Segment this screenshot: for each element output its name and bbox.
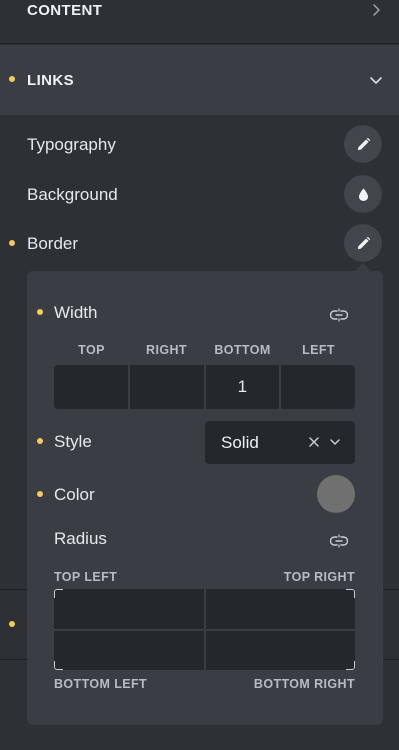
chevron-right-icon <box>369 3 383 17</box>
radius-bottom-left-input[interactable] <box>54 630 204 670</box>
width-left-input[interactable] <box>281 365 355 409</box>
pencil-icon <box>356 137 371 152</box>
modified-indicator-dot <box>37 309 43 315</box>
section-title: LINKS <box>27 72 74 89</box>
width-bottom-input[interactable]: 1 <box>205 365 280 409</box>
corner-bottom-left-icon <box>54 661 63 670</box>
modified-indicator-dot <box>37 438 43 444</box>
radius-bottom-right-input[interactable] <box>205 630 355 670</box>
modified-indicator-dot <box>37 491 43 497</box>
background-edit-button[interactable] <box>344 175 382 213</box>
unlink-icon[interactable] <box>330 308 348 322</box>
border-edit-button[interactable] <box>344 224 382 262</box>
width-right-label: RIGHT <box>146 343 187 357</box>
border-popover: Width TOP RIGHT BOTTOM LEFT 1 Style Soli… <box>27 271 383 725</box>
width-inputs: 1 <box>54 365 355 409</box>
style-select[interactable]: Solid <box>205 421 355 464</box>
unlink-icon[interactable] <box>330 534 348 548</box>
section-title: CONTENT <box>27 2 103 19</box>
modified-indicator-dot <box>9 76 15 82</box>
typography-edit-button[interactable] <box>344 125 382 163</box>
radius-top-right-input[interactable] <box>205 589 355 629</box>
clear-icon[interactable] <box>307 435 321 449</box>
border-label: Border <box>27 234 79 253</box>
radius-top-left-input[interactable] <box>54 589 204 629</box>
corner-bottom-right-icon <box>346 661 355 670</box>
width-top-label: TOP <box>78 343 105 357</box>
style-label: Style <box>54 432 92 451</box>
width-top-input[interactable] <box>54 365 128 409</box>
modified-indicator-dot <box>9 621 15 627</box>
radius-top-right-label: TOP RIGHT <box>283 570 355 584</box>
section-links-header[interactable]: LINKS <box>0 45 399 115</box>
radius-label: Radius <box>54 529 107 548</box>
color-label: Color <box>54 485 95 504</box>
typography-label: Typography <box>27 135 116 154</box>
width-bottom-label: BOTTOM <box>214 343 271 357</box>
corner-top-left-icon <box>54 589 63 598</box>
radius-bottom-right-label: BOTTOM RIGHT <box>253 677 355 691</box>
background-label: Background <box>27 185 118 204</box>
radius-top-left-label: TOP LEFT <box>54 570 118 584</box>
color-swatch[interactable] <box>317 475 355 513</box>
radius-bottom-left-label: BOTTOM LEFT <box>54 677 148 691</box>
width-right-input[interactable] <box>129 365 204 409</box>
style-value: Solid <box>221 433 259 452</box>
width-label: Width <box>54 303 98 322</box>
radius-inputs <box>54 589 355 670</box>
chevron-down-icon <box>369 73 383 87</box>
droplet-icon <box>356 187 371 202</box>
modified-indicator-dot <box>9 240 15 246</box>
pencil-icon <box>356 236 371 251</box>
width-left-label: LEFT <box>302 343 335 357</box>
corner-top-right-icon <box>346 589 355 598</box>
section-content-header[interactable]: CONTENT <box>0 0 399 44</box>
chevron-down-icon <box>329 436 341 448</box>
